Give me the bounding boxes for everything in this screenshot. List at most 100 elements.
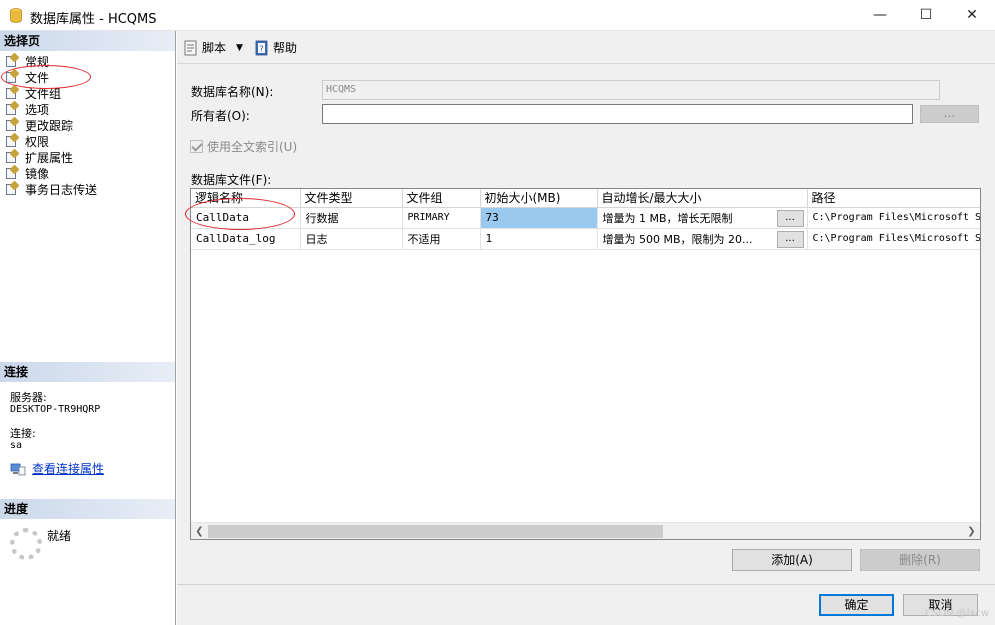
footer-separator xyxy=(177,584,995,585)
autogrowth-edit-button[interactable]: ... xyxy=(776,230,804,248)
page-item-label: 文件 xyxy=(25,70,50,85)
page-item-options[interactable]: 选项 xyxy=(4,100,97,117)
page-wrench-icon xyxy=(4,84,20,100)
help-icon: ? xyxy=(255,40,268,55)
page-list: 常规 文件 文件组 选项 更改跟踪 权限 扩展属性 镜像 事务日志传送 xyxy=(4,52,98,197)
page-item-files[interactable]: 文件 xyxy=(4,68,97,85)
cell-initial-size[interactable]: 73 xyxy=(480,207,598,229)
right-panel: 脚本 ▼ ? 帮助 数据库名称(N): HCQMS 所有者(O): ... 使用… xyxy=(177,31,995,625)
page-wrench-icon xyxy=(4,116,20,132)
fulltext-checkbox[interactable] xyxy=(190,140,203,153)
cell-logical-name[interactable]: CallData_log xyxy=(191,228,301,250)
autogrowth-text: 增量为 500 MB，限制为 20... xyxy=(602,232,753,246)
server-value: DESKTOP-TR9HQRP xyxy=(10,404,101,415)
page-item-log-shipping[interactable]: 事务日志传送 xyxy=(4,180,98,197)
left-panel: 选择页 常规 文件 文件组 选项 更改跟踪 权限 扩展属性 镜像 事务日志传送 … xyxy=(0,31,176,625)
dropdown-arrow-icon[interactable]: ▼ xyxy=(236,43,243,53)
page-item-label: 扩展属性 xyxy=(25,150,74,165)
page-wrench-icon xyxy=(4,100,20,116)
maximize-button[interactable]: ☐ xyxy=(903,0,949,31)
page-item-mirroring[interactable]: 镜像 xyxy=(4,164,97,181)
autogrowth-edit-button[interactable]: ... xyxy=(776,209,804,227)
script-icon xyxy=(184,40,197,55)
page-item-label: 选项 xyxy=(25,102,50,117)
cell-initial-size[interactable]: 1 xyxy=(480,228,598,250)
script-label: 脚本 xyxy=(202,41,227,55)
database-files-grid: 逻辑名称 文件类型 文件组 初始大小(MB) 自动增长/最大大小 路径 Call… xyxy=(190,188,981,540)
page-item-change-tracking[interactable]: 更改跟踪 xyxy=(4,116,97,133)
svg-text:?: ? xyxy=(259,44,263,53)
remove-button[interactable]: 删除(R) xyxy=(860,549,980,571)
grid-header-row: 逻辑名称 文件类型 文件组 初始大小(MB) 自动增长/最大大小 路径 xyxy=(191,189,980,208)
scroll-left-icon[interactable]: ❮ xyxy=(191,523,208,539)
owner-input[interactable] xyxy=(322,104,913,124)
page-item-label: 镜像 xyxy=(25,166,50,181)
column-header-file-type[interactable]: 文件类型 xyxy=(300,189,403,208)
toolbar: 脚本 ▼ ? 帮助 xyxy=(177,31,995,64)
ok-button[interactable]: 确定 xyxy=(819,594,894,616)
column-header-path[interactable]: 路径 xyxy=(807,189,980,208)
connection-header: 连接 xyxy=(0,362,175,382)
connection-value: sa xyxy=(10,440,23,451)
close-button[interactable]: ✕ xyxy=(949,0,995,31)
cell-autogrowth[interactable]: 增量为 1 MB，增长无限制... xyxy=(597,207,808,229)
view-connection-properties-link[interactable]: 查看连接属性 xyxy=(10,460,104,477)
minimize-button[interactable]: — xyxy=(857,0,903,31)
autogrowth-text: 增量为 1 MB，增长无限制 xyxy=(602,211,733,225)
page-item-label: 更改跟踪 xyxy=(25,118,74,133)
view-connection-properties-label[interactable]: 查看连接属性 xyxy=(32,460,104,477)
fulltext-checkbox-row[interactable]: 使用全文索引(U) xyxy=(190,138,297,155)
cell-path[interactable]: C:\Program Files\Microsoft S xyxy=(807,207,980,229)
column-header-autogrowth[interactable]: 自动增长/最大大小 xyxy=(597,189,808,208)
page-item-extended-properties[interactable]: 扩展属性 xyxy=(4,148,97,165)
cell-filegroup[interactable]: 不适用 xyxy=(402,228,481,250)
title-bar: 数据库属性 - HCQMS — ☐ ✕ xyxy=(0,0,995,31)
scroll-right-icon[interactable]: ❯ xyxy=(963,523,980,539)
page-wrench-icon xyxy=(4,148,20,164)
connection-label: 连接: xyxy=(10,427,36,440)
page-item-filegroups[interactable]: 文件组 xyxy=(4,84,97,101)
cell-logical-name[interactable]: CallData xyxy=(191,207,301,229)
progress-status: 就绪 xyxy=(47,529,72,543)
watermark: CSDN @lxcw xyxy=(925,608,989,619)
db-name-label: 数据库名称(N): xyxy=(191,85,274,99)
column-header-initial-size[interactable]: 初始大小(MB) xyxy=(480,189,598,208)
scrollbar-thumb[interactable] xyxy=(208,525,663,538)
page-wrench-icon xyxy=(4,52,20,68)
owner-browse-button[interactable]: ... xyxy=(920,105,979,123)
help-button[interactable]: ? 帮助 xyxy=(254,39,297,56)
cell-file-type[interactable]: 日志 xyxy=(300,228,403,250)
select-page-header: 选择页 xyxy=(0,31,175,51)
page-item-label: 文件组 xyxy=(25,86,62,101)
page-item-label: 事务日志传送 xyxy=(25,182,98,197)
progress-spinner-icon xyxy=(10,528,42,560)
help-label: 帮助 xyxy=(273,41,298,55)
column-header-filegroup[interactable]: 文件组 xyxy=(402,189,481,208)
page-item-permissions[interactable]: 权限 xyxy=(4,132,97,149)
table-row[interactable]: CallData_log 日志 不适用 1 增量为 500 MB，限制为 20.… xyxy=(191,228,980,250)
connection-info: 服务器: DESKTOP-TR9HQRP 连接: sa xyxy=(10,392,100,452)
table-row[interactable]: CallData 行数据 PRIMARY 73 增量为 1 MB，增长无限制..… xyxy=(191,207,980,229)
db-name-input: HCQMS xyxy=(322,80,940,100)
progress-header: 进度 xyxy=(0,499,175,519)
cell-filegroup[interactable]: PRIMARY xyxy=(402,207,481,229)
add-button[interactable]: 添加(A) xyxy=(732,549,852,571)
page-wrench-icon xyxy=(4,132,20,148)
horizontal-scrollbar[interactable]: ❮ ❯ xyxy=(191,522,980,539)
script-button[interactable]: 脚本 ▼ xyxy=(183,39,243,56)
cell-file-type[interactable]: 行数据 xyxy=(300,207,403,229)
page-wrench-icon xyxy=(4,180,20,196)
server-label: 服务器: xyxy=(10,391,47,404)
page-wrench-icon xyxy=(4,164,20,180)
page-item-general[interactable]: 常规 xyxy=(4,52,97,69)
db-files-label: 数据库文件(F): xyxy=(191,173,272,187)
window-title: 数据库属性 - HCQMS xyxy=(30,12,157,27)
owner-label: 所有者(O): xyxy=(191,109,250,123)
page-item-label: 权限 xyxy=(25,134,50,149)
column-header-logical-name[interactable]: 逻辑名称 xyxy=(191,189,301,208)
cell-path[interactable]: C:\Program Files\Microsoft S xyxy=(807,228,980,250)
page-wrench-icon xyxy=(4,68,20,84)
cell-autogrowth[interactable]: 增量为 500 MB，限制为 20...... xyxy=(597,228,808,250)
database-icon xyxy=(10,8,22,23)
connection-properties-icon xyxy=(10,463,26,475)
